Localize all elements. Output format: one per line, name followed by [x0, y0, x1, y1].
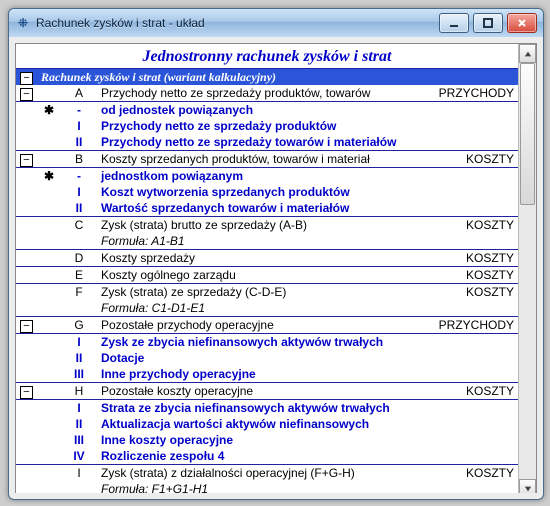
tree-row[interactable]: − A Przychody netto ze sprzedaży produkt… [16, 85, 518, 102]
titlebar[interactable]: ⁜ Rachunek zysków i strat - układ [9, 9, 543, 37]
tree-row-label: Zysk (strata) ze sprzedaży (C-D-E) [97, 284, 420, 301]
tree-row-label: od jednostek powiązanych [97, 102, 518, 119]
app-icon: ⁜ [15, 15, 31, 31]
tree-row[interactable]: I Przychody netto ze sprzedaży produktów [16, 118, 518, 134]
tree-row-label: Wartość sprzedanych towarów i materiałów [97, 200, 518, 217]
tree-row-label: Aktualizacja wartości aktywów niefinanso… [97, 416, 518, 432]
scroll-down-button[interactable] [519, 479, 536, 493]
minimize-button[interactable] [439, 13, 469, 33]
tree-row-type: KOSZTY [420, 267, 518, 284]
tree-row-type: KOSZTY [420, 151, 518, 168]
tree-row-label: jednostkom powiązanym [97, 168, 518, 185]
tree-row[interactable]: IIAktualizacja wartości aktywów niefinan… [16, 416, 518, 432]
tree-row-label: Pozostałe koszty operacyjne [97, 383, 420, 400]
scroll-up-button[interactable] [519, 44, 536, 63]
tree-row[interactable]: I Zysk (strata) z działalności operacyjn… [16, 465, 518, 482]
tree-row[interactable]: IIIInne przychody operacyjne [16, 366, 518, 383]
tree-row-type: KOSZTY [420, 465, 518, 482]
collapse-icon[interactable]: − [20, 72, 33, 85]
tree-row[interactable]: II Wartość sprzedanych towarów i materia… [16, 200, 518, 217]
tree-row[interactable]: D Koszty sprzedaży KOSZTY [16, 250, 518, 267]
tree-row-type: KOSZTY [420, 217, 518, 234]
tree-row[interactable]: − G Pozostałe przychody operacyjne PRZYC… [16, 317, 518, 334]
tree-row-type: KOSZTY [420, 383, 518, 400]
tree-row-formula[interactable]: Formuła: F1+G1-H1 [16, 481, 518, 493]
collapse-icon[interactable]: − [20, 386, 33, 399]
tree-row-label: Inne koszty operacyjne [97, 432, 518, 448]
tree-row-label: Pozostałe przychody operacyjne [97, 317, 420, 334]
vertical-scrollbar[interactable] [518, 44, 536, 493]
tree-row[interactable]: F Zysk (strata) ze sprzedaży (C-D-E) KOS… [16, 284, 518, 301]
report-tree: − Rachunek zysków i strat (wariant kalku… [16, 69, 518, 493]
collapse-icon[interactable]: − [20, 320, 33, 333]
tree-row-label: Przychody netto ze sprzedaży produktów, … [97, 85, 420, 102]
tree-row[interactable]: − B Koszty sprzedanych produktów, towaró… [16, 151, 518, 168]
tree-row-label: Zysk (strata) z działalności operacyjnej… [97, 465, 420, 482]
tree-row[interactable]: − H Pozostałe koszty operacyjne KOSZTY [16, 383, 518, 400]
tree-row-formula[interactable]: Formuła: C1-D1-E1 [16, 300, 518, 317]
tree-row-label: Strata ze zbycia niefinansowych aktywów … [97, 400, 518, 417]
tree-row[interactable]: IVRozliczenie zespołu 4 [16, 448, 518, 465]
tree-row-type: KOSZTY [420, 284, 518, 301]
tree-row-label: Dotacje [97, 350, 518, 366]
tree-row[interactable]: IZysk ze zbycia niefinansowych aktywów t… [16, 334, 518, 351]
tree-row[interactable]: ✱ - od jednostek powiązanych [16, 102, 518, 119]
window-title: Rachunek zysków i strat - układ [36, 16, 205, 30]
tree-row-label: Zysk ze zbycia niefinansowych aktywów tr… [97, 334, 518, 351]
collapse-icon[interactable]: − [20, 88, 33, 101]
tree-row[interactable]: IIDotacje [16, 350, 518, 366]
tree-panel: Jednostronny rachunek zysków i strat − R… [15, 43, 537, 493]
tree-row-label: Formuła: A1-B1 [97, 233, 518, 250]
tree-row-label: Inne przychody operacyjne [97, 366, 518, 383]
tree-row[interactable]: I Koszt wytworzenia sprzedanych produktó… [16, 184, 518, 200]
client-area: Jednostronny rachunek zysków i strat − R… [15, 43, 537, 493]
tree-row-label: Koszty sprzedaży [97, 250, 420, 267]
scrollbar-thumb[interactable] [520, 63, 535, 205]
collapse-icon[interactable]: − [20, 154, 33, 167]
tree-row[interactable]: IStrata ze zbycia niefinansowych aktywów… [16, 400, 518, 417]
tree-row-label: Formuła: C1-D1-E1 [97, 300, 518, 317]
star-icon: ✱ [37, 102, 61, 119]
close-button[interactable] [507, 13, 537, 33]
tree-row-label: Zysk (strata) brutto ze sprzedaży (A-B) [97, 217, 420, 234]
tree-row-label: Przychody netto ze sprzedaży produktów [97, 118, 518, 134]
tree-row-label: Koszty ogólnego zarządu [97, 267, 420, 284]
tree-row-label: Rachunek zysków i strat (wariant kalkula… [37, 69, 518, 85]
tree-row[interactable]: II Przychody netto ze sprzedaży towarów … [16, 134, 518, 151]
tree-row[interactable]: E Koszty ogólnego zarządu KOSZTY [16, 267, 518, 284]
tree-row-label: Koszty sprzedanych produktów, towarów i … [97, 151, 420, 168]
tree-row-label: Przychody netto ze sprzedaży towarów i m… [97, 134, 518, 151]
tree-row[interactable]: ✱ - jednostkom powiązanym [16, 168, 518, 185]
tree-row[interactable]: IIIInne koszty operacyjne [16, 432, 518, 448]
tree-row-label: Rozliczenie zespołu 4 [97, 448, 518, 465]
star-icon: ✱ [37, 168, 61, 185]
tree-row[interactable]: C Zysk (strata) brutto ze sprzedaży (A-B… [16, 217, 518, 234]
window: ⁜ Rachunek zysków i strat - układ Jednos… [8, 8, 544, 500]
scrollbar-track[interactable] [519, 63, 536, 479]
tree-row-selected[interactable]: − Rachunek zysków i strat (wariant kalku… [16, 69, 518, 85]
page-title: Jednostronny rachunek zysków i strat [16, 44, 518, 69]
tree-row-formula[interactable]: Formuła: A1-B1 [16, 233, 518, 250]
maximize-button[interactable] [473, 13, 503, 33]
tree-row-type: PRZYCHODY [420, 85, 518, 102]
tree-row-type: KOSZTY [420, 250, 518, 267]
tree-row-label: Koszt wytworzenia sprzedanych produktów [97, 184, 518, 200]
tree-row-label: Formuła: F1+G1-H1 [97, 481, 518, 493]
tree-row-type: PRZYCHODY [420, 317, 518, 334]
